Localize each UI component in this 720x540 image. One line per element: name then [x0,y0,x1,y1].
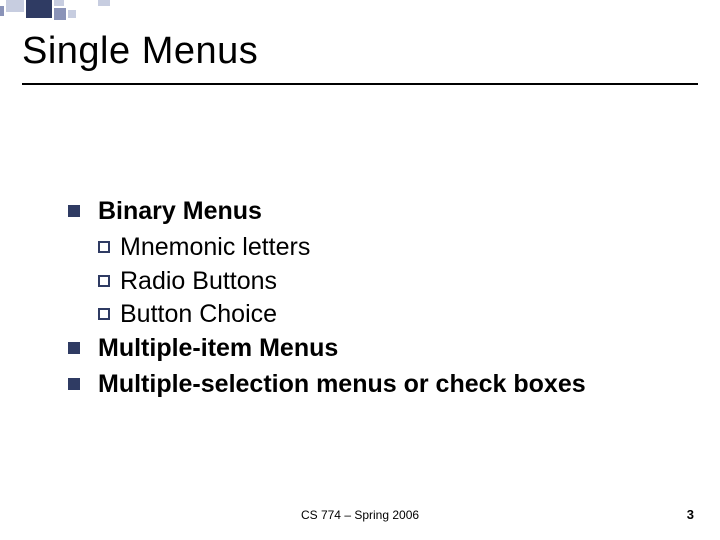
bullet-level1: Multiple-selection menus or check boxes [68,368,680,402]
bullet-text: Multiple-item Menus [98,332,338,366]
bullet-level2: Mnemonic letters [98,231,680,265]
square-bullet-icon [68,342,80,354]
bullet-level1: Multiple-item Menus [68,332,680,366]
content-area: Binary Menus Mnemonic letters Radio Butt… [68,195,680,404]
deco-square [0,6,4,16]
deco-square [26,0,52,18]
sub-list: Mnemonic letters Radio Buttons Button Ch… [98,231,680,332]
bullet-level2: Button Choice [98,298,680,332]
open-square-bullet-icon [98,308,110,320]
corner-decoration [0,0,120,22]
deco-square [68,10,76,18]
footer-center: CS 774 – Spring 2006 [0,508,720,522]
deco-square [54,8,66,20]
bullet-text: Mnemonic letters [120,231,310,265]
bullet-text: Radio Buttons [120,265,277,299]
bullet-text: Button Choice [120,298,277,332]
bullet-text: Binary Menus [98,195,262,229]
title-block: Single Menus [22,30,698,85]
deco-square [54,0,64,6]
bullet-level2: Radio Buttons [98,265,680,299]
bullet-text: Multiple-selection menus or check boxes [98,368,586,402]
slide: Single Menus Binary Menus Mnemonic lette… [0,0,720,540]
slide-title: Single Menus [22,30,698,73]
open-square-bullet-icon [98,241,110,253]
square-bullet-icon [68,205,80,217]
bullet-level1: Binary Menus [68,195,680,229]
open-square-bullet-icon [98,275,110,287]
square-bullet-icon [68,378,80,390]
page-number: 3 [687,507,694,522]
deco-square [98,0,110,6]
deco-square [6,0,24,12]
